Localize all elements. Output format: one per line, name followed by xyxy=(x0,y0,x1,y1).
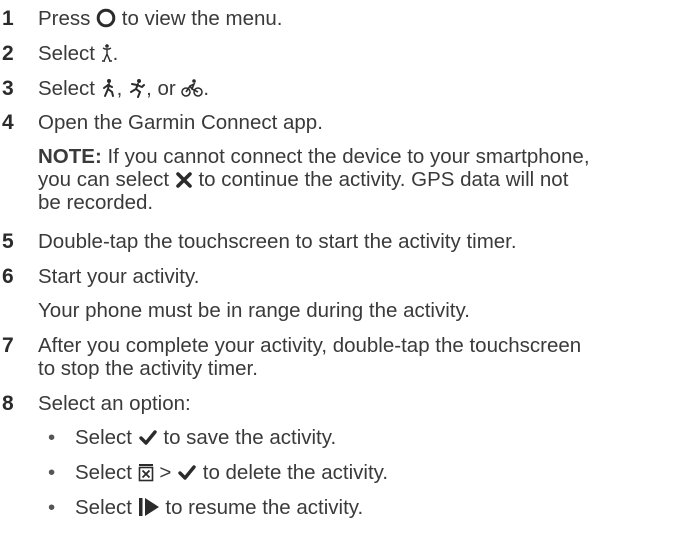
note-label: NOTE: xyxy=(38,145,102,168)
step-6-detail: Your phone must be in range during the a… xyxy=(38,299,470,322)
check-icon xyxy=(138,428,158,454)
step-text: Start your activity. xyxy=(38,265,200,288)
note-text: you can select xyxy=(38,168,175,191)
option-save: • Select to save the activity. xyxy=(48,425,688,454)
step-number: 8 xyxy=(2,392,14,415)
step-number: 7 xyxy=(2,334,14,357)
option-text: > xyxy=(153,461,178,484)
step-text: Double-tap the touchscreen to start the … xyxy=(38,230,517,253)
note-text: to continue the activity. GPS data will … xyxy=(192,168,569,191)
step-text-part: Select xyxy=(38,77,101,100)
bullet: • xyxy=(48,426,56,449)
option-text: Select xyxy=(75,496,138,519)
resume-icon xyxy=(138,497,160,524)
step-number: 4 xyxy=(2,111,14,134)
note-line-3: be recorded. xyxy=(38,190,688,216)
step-text-part: Select xyxy=(38,42,101,65)
option-delete: • Select > to delete the activity. xyxy=(48,460,688,489)
step-text-part: , xyxy=(116,77,129,100)
option-text: to delete the activity. xyxy=(197,461,389,484)
activity-icon xyxy=(101,43,113,70)
step-text: Select . xyxy=(38,41,688,70)
bullet: • xyxy=(48,496,56,519)
circle-button-icon xyxy=(96,8,116,35)
note-text: If you cannot connect the device to your… xyxy=(101,145,590,168)
walk-icon xyxy=(101,78,117,105)
step-text: Select , , or . xyxy=(38,76,688,105)
step-text: Select an option: xyxy=(38,392,191,415)
step-number: 5 xyxy=(2,230,14,253)
run-icon xyxy=(128,78,146,105)
step-text-part: . xyxy=(203,77,210,100)
step-number: 2 xyxy=(2,42,14,65)
step-text: Press to view the menu. xyxy=(38,6,688,35)
step-text-part: to view the menu. xyxy=(116,7,283,30)
option-resume: • Select to resume the activity. xyxy=(48,495,688,524)
bike-icon xyxy=(181,78,204,105)
option-text: Select xyxy=(75,461,138,484)
option-text: to save the activity. xyxy=(157,426,337,449)
step-text-part: Press xyxy=(38,7,97,30)
step-number: 3 xyxy=(2,77,14,100)
discard-icon xyxy=(138,463,154,489)
option-text: to resume the activity. xyxy=(159,496,364,519)
check-icon xyxy=(177,463,197,489)
note-text: be recorded. xyxy=(38,191,154,214)
option-text: Select xyxy=(75,426,138,449)
step-7-line-2: to stop the activity timer. xyxy=(38,357,258,380)
step-number: 1 xyxy=(2,7,14,30)
step-text-part: , or xyxy=(146,77,182,100)
step-text-part: . xyxy=(112,42,119,65)
step-text: Open the Garmin Connect app. xyxy=(38,111,323,134)
step-number: 6 xyxy=(2,265,14,288)
bullet: • xyxy=(48,461,56,484)
